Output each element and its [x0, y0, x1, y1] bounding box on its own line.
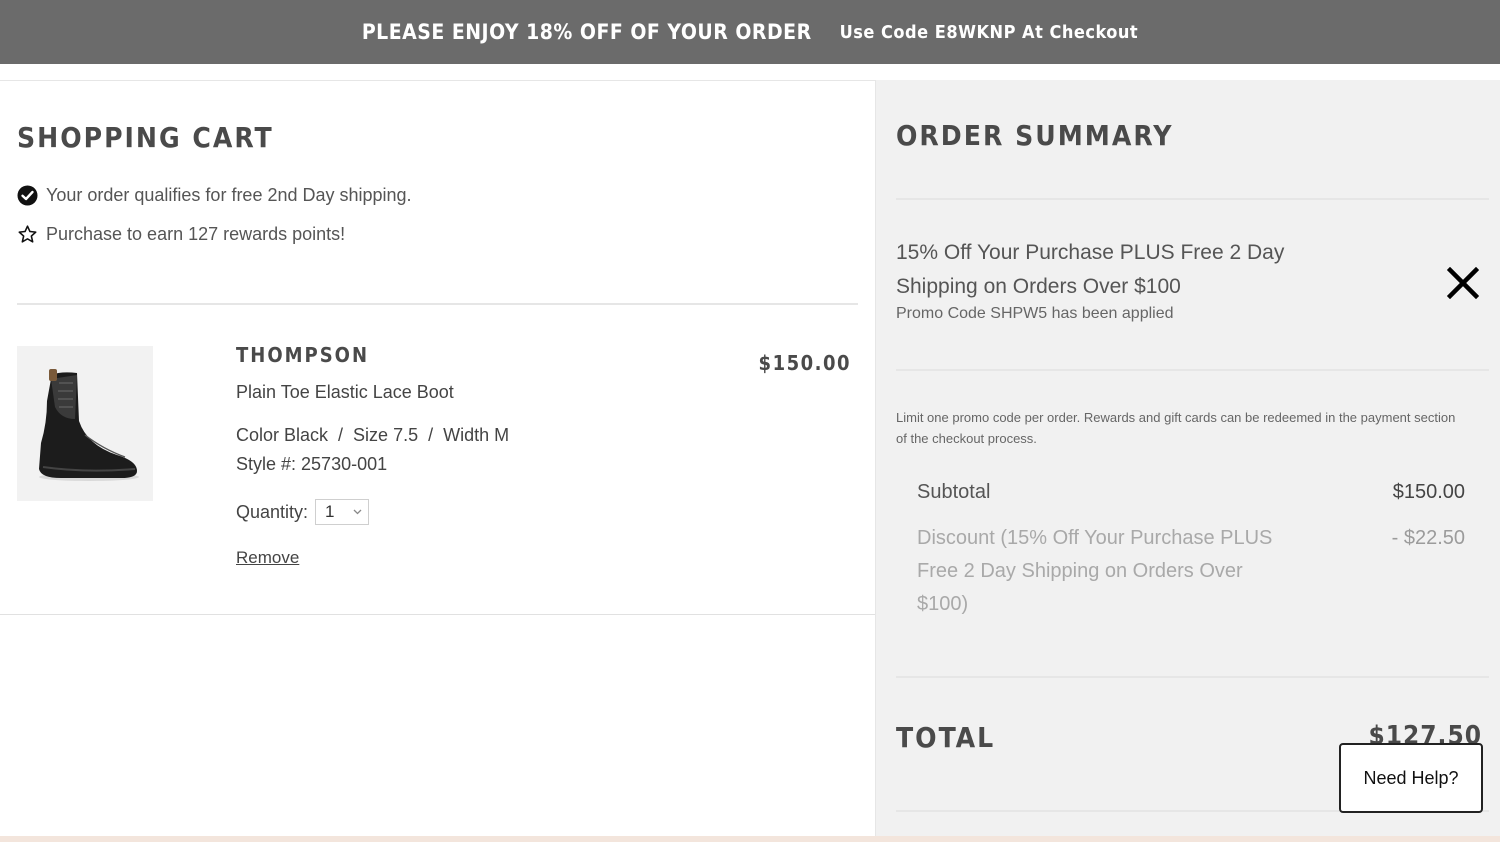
rewards-note: Purchase to earn 127 rewards points!	[17, 224, 345, 245]
quantity-label: Quantity:	[236, 501, 309, 522]
order-summary-title: ORDER SUMMARY	[896, 119, 1174, 152]
attr-separator: /	[338, 425, 344, 445]
discount-label: Discount (15% Off Your Purchase PLUS Fre…	[917, 527, 1273, 615]
remove-item-link[interactable]: Remove	[236, 548, 299, 568]
applied-promo-title: 15% Off Your Purchase PLUS Free 2 Day Sh…	[896, 241, 1285, 298]
promo-code-text: Use Code E8WKNP At Checkout	[839, 21, 1139, 43]
quantity-value: 1	[325, 502, 335, 521]
promo-message: PLEASE ENJOY 18% OFF OF YOUR ORDER	[361, 20, 812, 44]
product-attributes: Color Black / Size 7.5 / Width M	[236, 425, 509, 446]
need-help-button[interactable]: Need Help?	[1339, 743, 1483, 813]
summary-divider	[896, 198, 1489, 200]
product-size: Size 7.5	[353, 425, 419, 445]
product-name[interactable]: THOMPSON	[236, 343, 369, 367]
rewards-note-text: Purchase to earn 127 rewards points!	[46, 224, 346, 244]
check-circle-icon	[17, 185, 38, 206]
order-summary-panel: ORDER SUMMARY 15% Off Your Purchase PLUS…	[875, 80, 1500, 836]
promo-banner: PLEASE ENJOY 18% OFF OF YOUR ORDER Use C…	[0, 0, 1500, 64]
footer-strip	[0, 836, 1500, 842]
product-width: Width M	[443, 425, 510, 445]
star-outline-icon	[17, 224, 38, 245]
discount-value: - $22.50	[1391, 527, 1465, 549]
quantity-row: Quantity: 1	[236, 499, 370, 525]
boot-image	[39, 369, 139, 481]
cart-divider	[17, 303, 858, 305]
summary-divider	[896, 676, 1489, 678]
close-icon[interactable]	[1445, 265, 1481, 301]
cart-title: SHOPPING CART	[17, 121, 274, 154]
shipping-note: Your order qualifies for free 2nd Day sh…	[17, 185, 412, 206]
shipping-note-text: Your order qualifies for free 2nd Day sh…	[46, 185, 412, 205]
promo-limit-note: Limit one promo code per order. Rewards …	[896, 410, 1456, 446]
product-description: Plain Toe Elastic Lace Boot	[236, 382, 454, 402]
shopping-cart-section: SHOPPING CART Your order qualifies for f…	[0, 80, 875, 615]
product-color: Color Black	[236, 425, 329, 445]
product-price: $150.00	[758, 351, 851, 375]
subtotal-value: $150.00	[1392, 481, 1465, 503]
summary-divider	[896, 369, 1489, 371]
product-style-number: Style #: 25730-001	[236, 454, 388, 474]
total-label: TOTAL	[896, 721, 996, 754]
applied-promo-note: Promo Code SHPW5 has been applied	[896, 305, 1174, 322]
quantity-select[interactable]: 1	[315, 499, 370, 525]
chevron-down-icon	[353, 507, 362, 518]
subtotal-label: Subtotal	[917, 481, 991, 503]
product-image[interactable]	[17, 346, 153, 501]
attr-separator: /	[428, 425, 434, 445]
